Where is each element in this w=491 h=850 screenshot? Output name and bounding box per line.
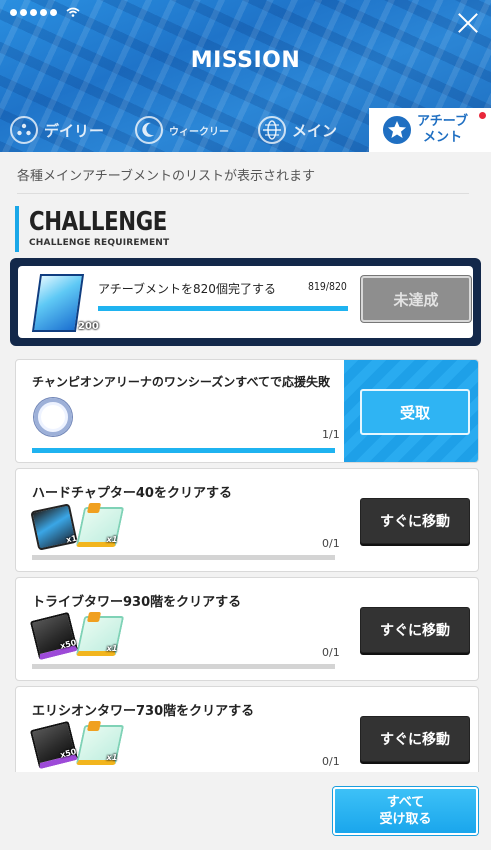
star-icon bbox=[383, 116, 411, 144]
tab-bar: デイリー ウィークリー メイン アチーブ メント bbox=[0, 108, 491, 152]
mission-item: トライブタワー930階をクリアする x50 x1 0/1 すぐに移動 bbox=[15, 577, 479, 681]
main-challenge-progress-text: 819/820 bbox=[308, 280, 347, 293]
mission-progress-text: 0/1 bbox=[322, 755, 340, 768]
reward-count: 200 bbox=[78, 321, 99, 332]
tab-daily[interactable]: デイリー bbox=[10, 108, 104, 152]
ring-icon bbox=[34, 398, 72, 436]
status-bar bbox=[10, 7, 80, 17]
box-icon: x50 bbox=[29, 611, 79, 661]
ticket-icon: x1 bbox=[75, 612, 125, 656]
go-now-button[interactable]: すぐに移動 bbox=[360, 607, 470, 653]
footer: すべて 受け取る bbox=[0, 772, 491, 850]
mission-list: チャンピオンアリーナのワンシーズンすべてで応援失敗 1/1 受取 ハードチャプタ… bbox=[15, 359, 479, 795]
signal-dot bbox=[40, 8, 47, 16]
weekly-icon bbox=[135, 116, 163, 144]
reward-count: x1 bbox=[105, 644, 119, 653]
mission-title: エリシオンタワー730階をクリアする bbox=[32, 704, 255, 719]
divider bbox=[17, 193, 469, 194]
ticket-icon: x1 bbox=[75, 503, 125, 547]
mission-title: チャンピオンアリーナのワンシーズンすべてで応援失敗 bbox=[32, 375, 330, 389]
main-challenge-progress-bar bbox=[98, 306, 348, 311]
section-subtitle: CHALLENGE REQUIREMENT bbox=[29, 238, 170, 248]
tab-main[interactable]: メイン bbox=[258, 108, 337, 152]
signal-dot bbox=[30, 8, 37, 16]
close-button[interactable] bbox=[455, 10, 481, 36]
box-icon: x50 bbox=[29, 720, 79, 770]
crystal-card-icon bbox=[31, 274, 85, 332]
mission-progress-bar bbox=[32, 555, 335, 560]
page-title: MISSION bbox=[190, 48, 301, 73]
tab-weekly-label: ウィークリー bbox=[169, 126, 229, 138]
section-title: CHALLENGE bbox=[29, 207, 167, 237]
tab-achievement-label: アチーブ メント bbox=[417, 114, 468, 146]
go-now-button[interactable]: すぐに移動 bbox=[360, 716, 470, 762]
daily-icon bbox=[10, 116, 38, 144]
device-icon: x1 bbox=[30, 503, 78, 551]
mission-item: チャンピオンアリーナのワンシーズンすべてで応援失敗 1/1 受取 bbox=[15, 359, 479, 463]
reward-count: x1 bbox=[105, 535, 119, 544]
tab-achievement-label-line: メント bbox=[422, 130, 462, 145]
reward-icons bbox=[34, 398, 72, 436]
claim-all-label-line: すべて bbox=[386, 795, 425, 810]
description-text: 各種メインアチーブメントのリストが表示されます bbox=[17, 169, 315, 184]
header: MISSION デイリー ウィークリー メイン アチーブ メント bbox=[0, 0, 491, 152]
mission-item: ハードチャプター40をクリアする x1 x1 0/1 すぐに移動 bbox=[15, 468, 479, 572]
tab-main-label: メイン bbox=[292, 121, 338, 140]
ticket-icon: x1 bbox=[75, 721, 125, 765]
wifi-icon bbox=[66, 7, 80, 17]
claim-all-button[interactable]: すべて 受け取る bbox=[333, 787, 478, 835]
mission-progress-text: 0/1 bbox=[322, 646, 340, 659]
main-challenge-card: 200 アチーブメントを820個完了する 819/820 未達成 bbox=[10, 258, 481, 346]
section-header: CHALLENGE CHALLENGE REQUIREMENT bbox=[15, 206, 197, 252]
signal-dot bbox=[50, 8, 57, 16]
claim-button[interactable]: 受取 bbox=[360, 389, 470, 435]
main-challenge-text: アチーブメントを820個完了する bbox=[98, 282, 276, 296]
mission-progress-bar bbox=[32, 664, 335, 669]
reward-count: x50 bbox=[59, 637, 78, 651]
notification-badge bbox=[477, 110, 488, 121]
gift-icon bbox=[86, 721, 102, 731]
globe-icon bbox=[258, 116, 286, 144]
mission-progress-text: 0/1 bbox=[322, 537, 340, 550]
mission-title: トライブタワー930階をクリアする bbox=[32, 595, 242, 610]
main-challenge-inner: 200 アチーブメントを820個完了する 819/820 未達成 bbox=[18, 266, 473, 338]
gift-icon bbox=[86, 612, 102, 622]
reward-icons: x50 x1 bbox=[29, 720, 125, 770]
go-now-button[interactable]: すぐに移動 bbox=[360, 498, 470, 544]
gift-icon bbox=[86, 503, 102, 513]
tab-achievement-label-line: アチーブ bbox=[417, 114, 468, 129]
progress-fill bbox=[98, 306, 348, 311]
mission-progress-bar bbox=[32, 448, 335, 453]
reward-count: x50 bbox=[59, 746, 78, 760]
incomplete-button[interactable]: 未達成 bbox=[361, 276, 471, 322]
tab-weekly[interactable]: ウィークリー bbox=[135, 108, 229, 152]
claim-all-label-line: 受け取る bbox=[379, 812, 432, 827]
reward-count: x1 bbox=[105, 753, 119, 762]
tab-achievement[interactable]: アチーブ メント bbox=[369, 108, 491, 152]
signal-dot bbox=[10, 8, 17, 16]
reward-icons: x1 x1 bbox=[30, 503, 125, 551]
tab-daily-label: デイリー bbox=[44, 121, 105, 140]
mission-progress-text: 1/1 bbox=[322, 428, 340, 441]
reward-icons: x50 x1 bbox=[29, 611, 125, 661]
progress-fill bbox=[32, 448, 335, 453]
signal-dot bbox=[20, 8, 27, 16]
mission-title: ハードチャプター40をクリアする bbox=[32, 486, 232, 501]
